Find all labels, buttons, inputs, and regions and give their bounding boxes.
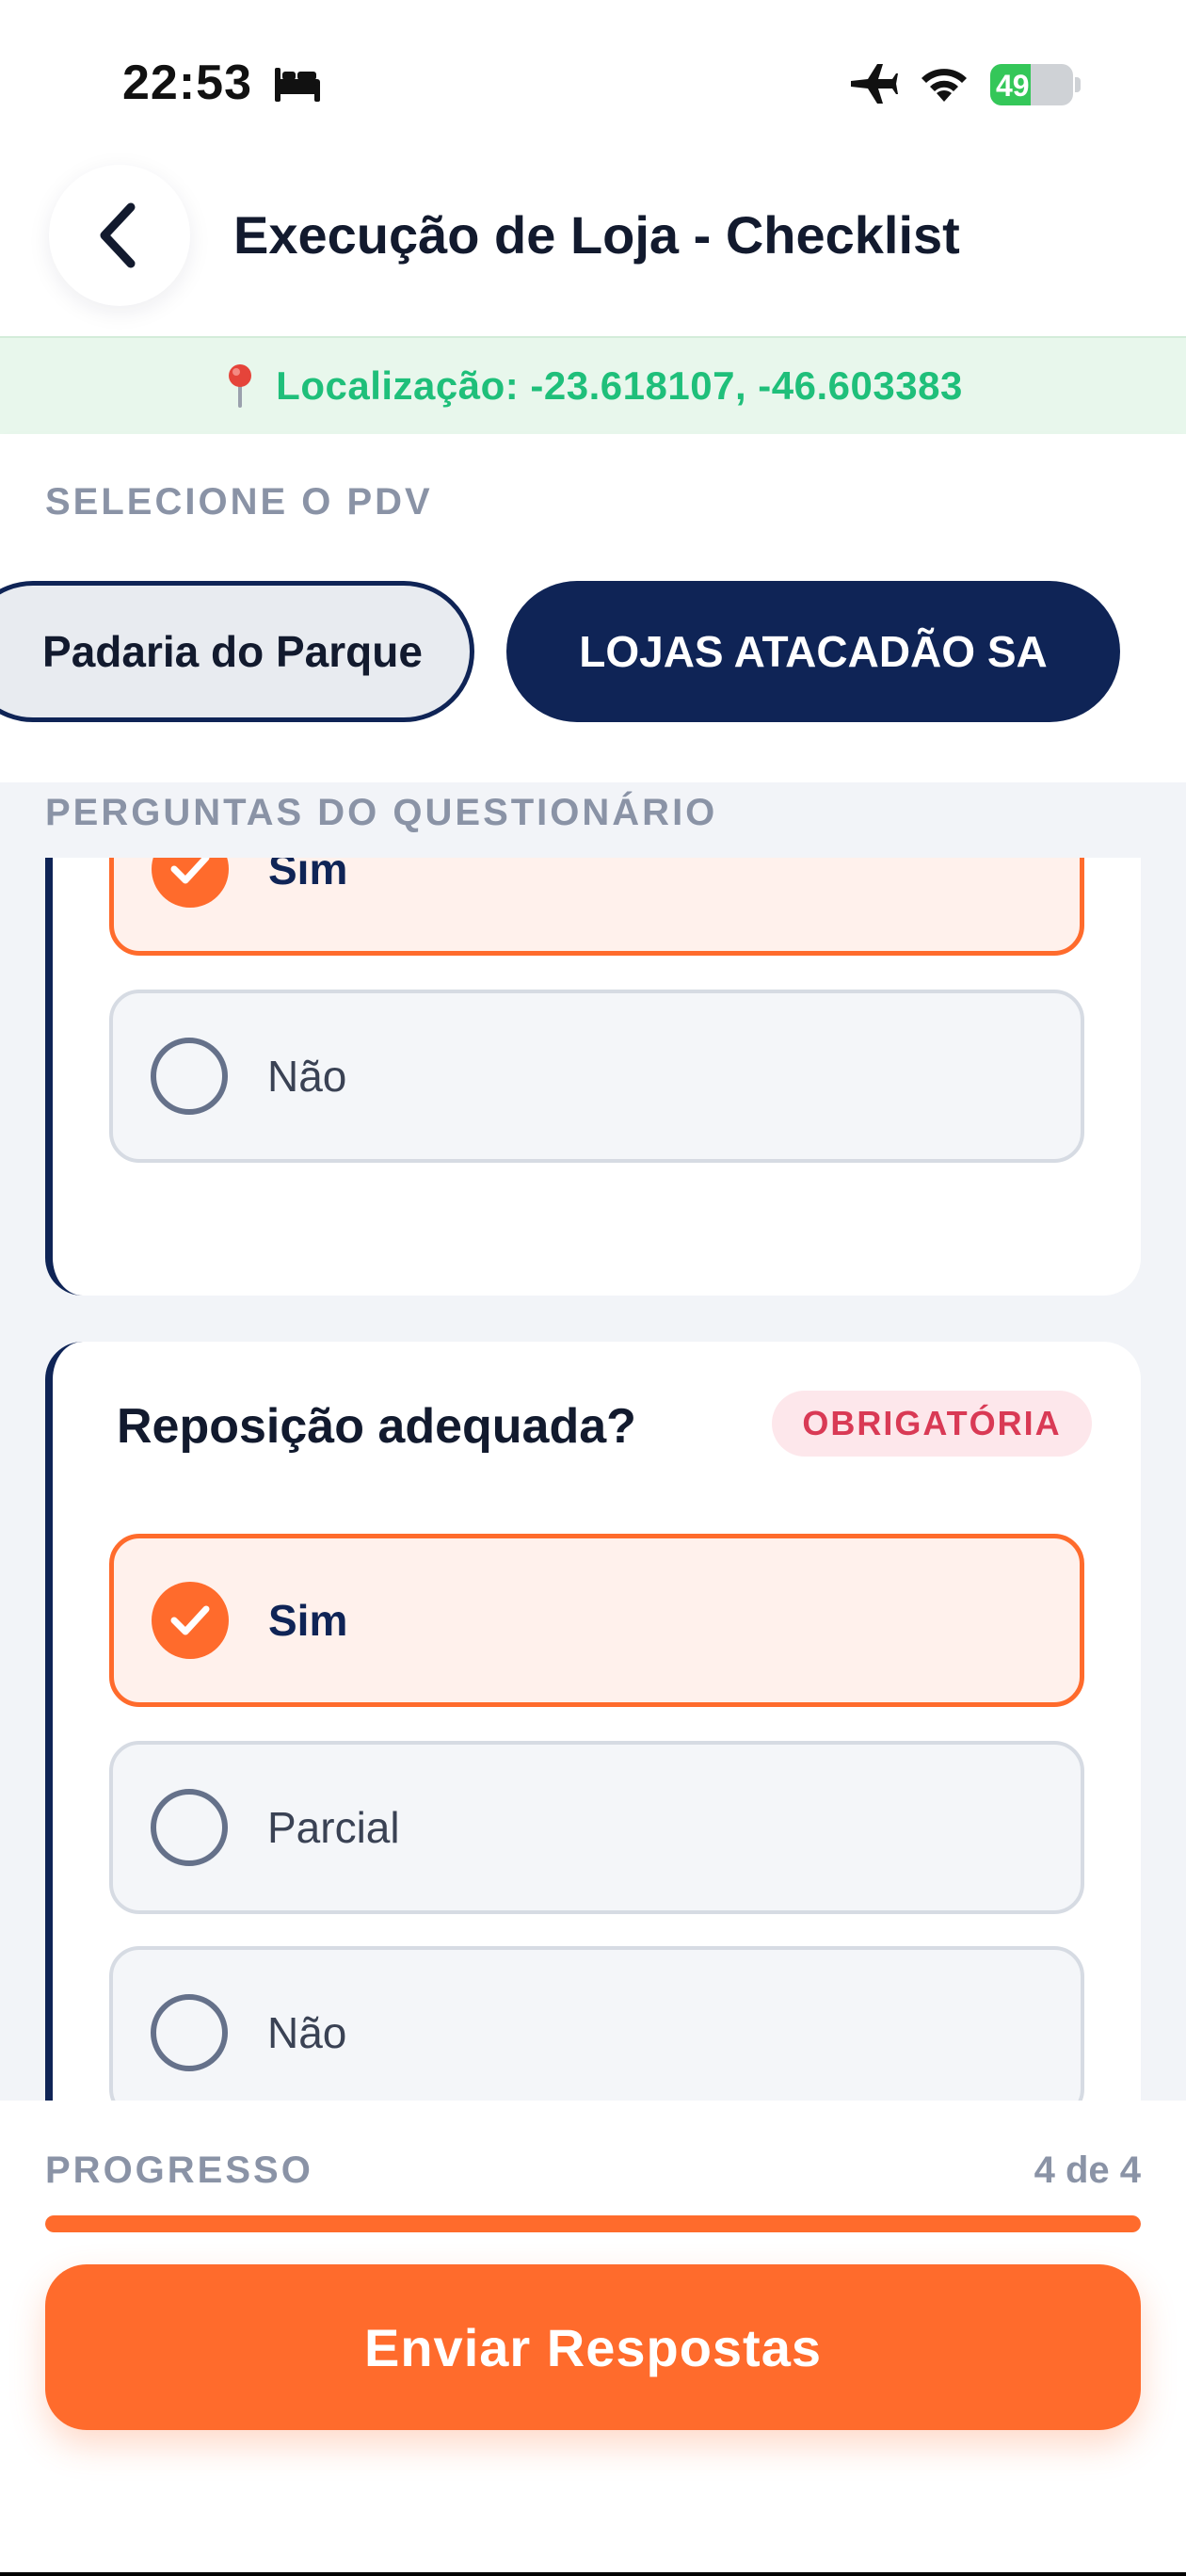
airplane-mode-icon <box>851 64 898 104</box>
questions-header: PERGUNTAS DO QUESTIONÁRIO <box>0 782 1186 858</box>
option-label: Não <box>267 2008 347 2057</box>
pdv-section-label: SELECIONE O PDV <box>45 481 433 523</box>
pdv-section: SELECIONE O PDV Padaria do Parque LOJAS … <box>0 434 1186 782</box>
questions-list[interactable]: Sim Não Reposição adequada? OBRIGATÓRIA … <box>0 782 1186 2101</box>
progress-label: PROGRESSO <box>45 2149 313 2191</box>
question-card: Sim Não <box>45 820 1141 1296</box>
progress-bar-fill <box>45 2215 1141 2232</box>
required-badge: OBRIGATÓRIA <box>772 1391 1092 1457</box>
status-bar: 22:53 49 <box>0 0 1186 165</box>
radio-checked <box>152 1582 229 1659</box>
back-button[interactable] <box>49 165 190 306</box>
option-label: Parcial <box>267 1803 400 1852</box>
radio-empty <box>151 1994 228 2071</box>
wifi-icon <box>922 69 967 102</box>
status-time: 22:53 <box>122 56 252 110</box>
option-parcial[interactable]: Parcial <box>109 1741 1084 1914</box>
questions-section-label: PERGUNTAS DO QUESTIONÁRIO <box>45 792 718 833</box>
sleep-mode-icon <box>275 68 320 102</box>
location-banner: Localização: -23.618107, -46.603383 <box>0 336 1186 434</box>
submit-button[interactable]: Enviar Respostas <box>45 2264 1141 2430</box>
battery-percent: 49 <box>996 69 1030 103</box>
radio-empty <box>151 1038 228 1115</box>
question-card: Reposição adequada? OBRIGATÓRIA Sim Parc… <box>45 1342 1141 2101</box>
progress-footer: PROGRESSO 4 de 4 Enviar Respostas <box>0 2101 1186 2576</box>
option-label: Não <box>267 1052 347 1101</box>
progress-bar <box>45 2215 1141 2232</box>
option-nao[interactable]: Não <box>109 1946 1084 2101</box>
option-nao[interactable]: Não <box>109 990 1084 1163</box>
location-pin-icon <box>229 364 252 408</box>
question-title: Reposição adequada? <box>117 1399 636 1454</box>
option-sim[interactable]: Sim <box>109 1534 1084 1707</box>
option-label: Sim <box>268 1596 348 1645</box>
radio-empty <box>151 1789 228 1866</box>
page-title: Execução de Loja - Checklist <box>233 205 960 265</box>
progress-count: 4 de 4 <box>1034 2149 1141 2191</box>
battery-icon: 49 <box>990 64 1081 105</box>
pdv-chip-padaria-do-parque[interactable]: Padaria do Parque <box>0 581 474 722</box>
location-text: Localização: -23.618107, -46.603383 <box>276 363 963 408</box>
chevron-left-icon <box>100 202 136 268</box>
checkmark-icon <box>170 1605 210 1635</box>
screen-edge-bottom <box>0 2572 1186 2576</box>
header: Execução de Loja - Checklist <box>0 165 1186 334</box>
pdv-chip-lojas-atacadao[interactable]: LOJAS ATACADÃO SA <box>506 581 1120 722</box>
